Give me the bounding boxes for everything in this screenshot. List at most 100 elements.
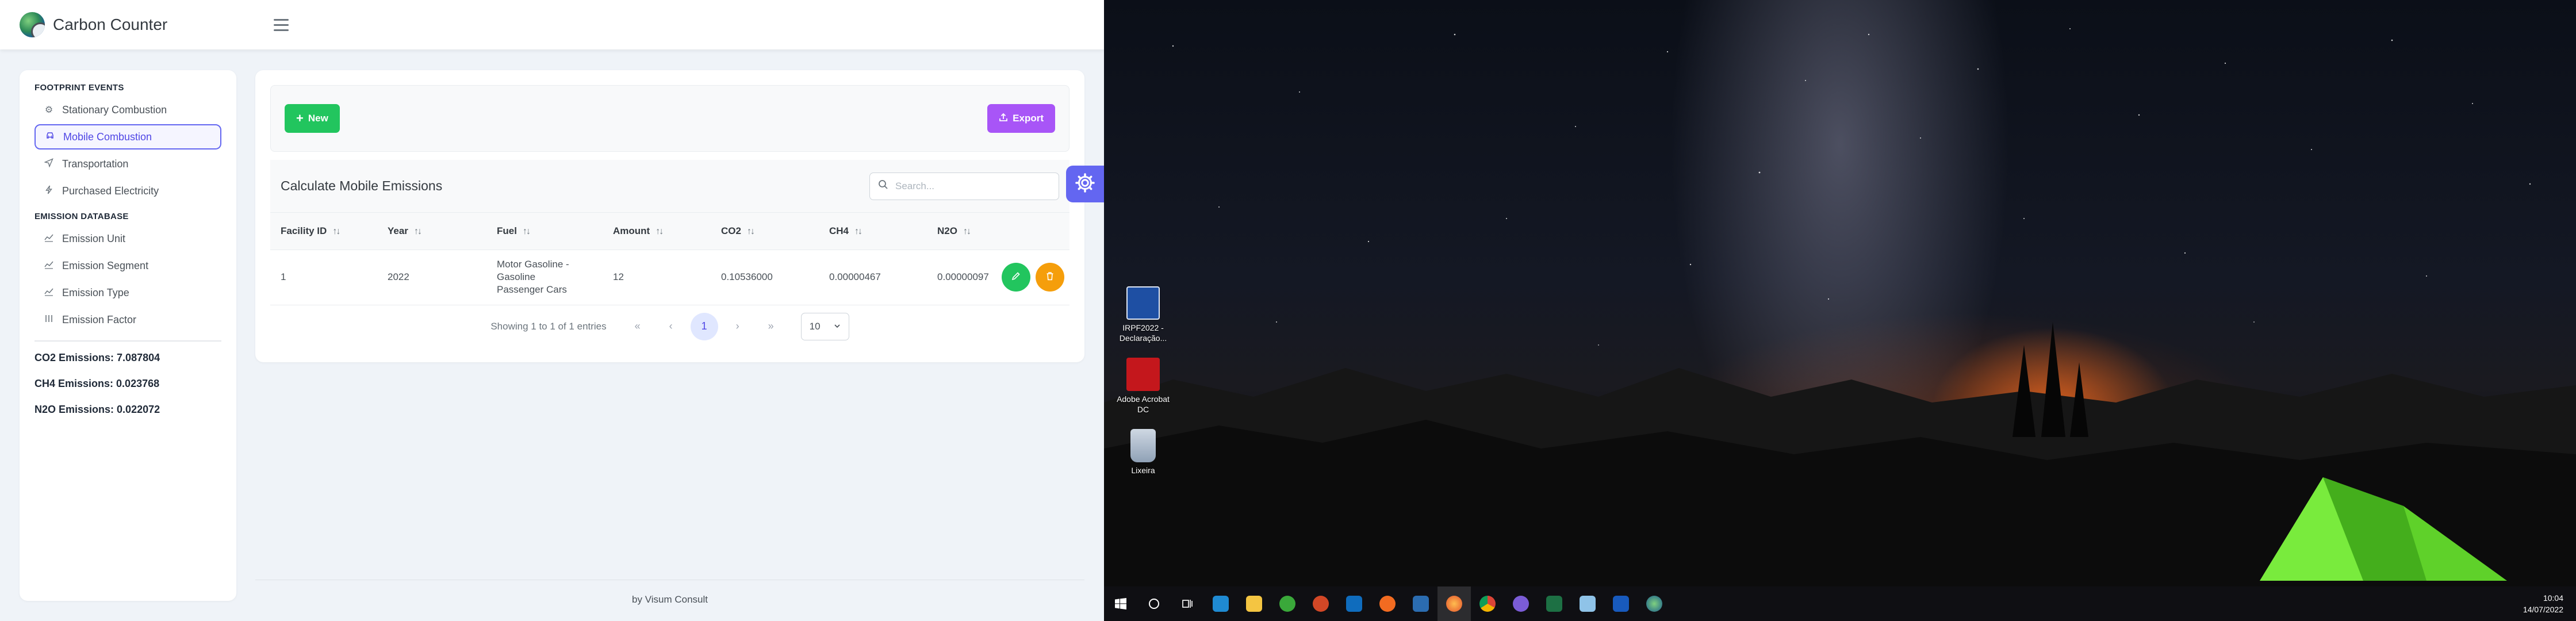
delete-button[interactable] xyxy=(1035,263,1064,292)
column-header-co2[interactable]: CO2 ↑↓ xyxy=(711,213,819,250)
taskbar: 10:04 14/07/2022 xyxy=(1104,586,2576,621)
sort-icon: ↑↓ xyxy=(413,226,422,236)
export-button[interactable]: Export xyxy=(987,104,1055,133)
column-header-facility-id[interactable]: Facility ID ↑↓ xyxy=(270,213,377,250)
column-header-fuel[interactable]: Fuel ↑↓ xyxy=(486,213,603,250)
starry-sky-background xyxy=(1104,28,2576,621)
excel-icon xyxy=(1546,596,1562,612)
page-button-current[interactable]: 1 xyxy=(690,312,718,340)
rows-per-page-select[interactable]: 10 xyxy=(800,312,849,340)
sidebar-item-label: Mobile Combustion xyxy=(63,131,152,143)
sort-icon: ↑↓ xyxy=(656,226,664,236)
taskbar-app-powerpoint[interactable] xyxy=(1304,586,1337,621)
clock-date: 14/07/2022 xyxy=(2523,605,2563,614)
taskbar-app-excel[interactable] xyxy=(1538,586,1571,621)
ch4-emissions-total: CH4 Emissions: 0.023768 xyxy=(34,378,160,389)
sidebar-item-label: Purchased Electricity xyxy=(62,185,159,197)
edit-button[interactable] xyxy=(1002,263,1030,292)
send-icon xyxy=(44,158,54,170)
sidebar-item-label: Emission Segment xyxy=(62,259,149,271)
powerpoint-icon xyxy=(1313,596,1329,612)
column-header-n2o[interactable]: N2O ↑↓ xyxy=(927,213,989,250)
file-explorer-icon xyxy=(1246,596,1262,612)
task-view-button[interactable] xyxy=(1171,586,1204,621)
table-header: Calculate Mobile Emissions xyxy=(270,160,1070,213)
system-clock[interactable]: 10:04 14/07/2022 xyxy=(2523,592,2563,615)
config-gear-button[interactable] xyxy=(1066,166,1104,202)
sort-icon: ↑↓ xyxy=(332,226,340,236)
footer-text: by Visum Consult xyxy=(632,594,708,605)
car-icon xyxy=(45,131,55,143)
brand[interactable]: Carbon Counter xyxy=(20,12,255,37)
sidebar-item-emission-factor[interactable]: Emission Factor xyxy=(34,307,221,332)
table-row: 1 2022 Motor Gasoline - Gasoline Passeng… xyxy=(270,250,1070,305)
sidebar-item-emission-unit[interactable]: Emission Unit xyxy=(34,226,221,251)
section-title-emission-database: EMISSION DATABASE xyxy=(34,212,129,221)
first-page-icon[interactable]: « xyxy=(624,313,651,340)
gear-icon xyxy=(1075,172,1095,196)
sidebar-item-label: Transportation xyxy=(62,158,129,170)
desktop-icon-label: Adobe Acrobat DC xyxy=(1117,394,1170,414)
app-purple-icon xyxy=(1513,596,1529,612)
emissions-table: Facility ID ↑↓ Year ↑↓ Fuel ↑↓ Amount ↑↓ CO2… xyxy=(270,213,1070,305)
sidebar-item-mobile-combustion[interactable]: Mobile Combustion xyxy=(34,124,221,150)
taskbar-app-chrome[interactable] xyxy=(1471,586,1504,621)
last-page-icon[interactable]: » xyxy=(757,313,785,340)
sidebar-item-label: Emission Factor xyxy=(62,313,137,325)
upload-icon xyxy=(999,113,1008,125)
next-page-icon[interactable]: › xyxy=(724,313,752,340)
prev-page-icon[interactable]: ‹ xyxy=(657,313,685,340)
cell-co2: 0.10536000 xyxy=(711,250,819,305)
cell-fuel: Motor Gasoline - Gasoline Passenger Cars xyxy=(486,250,603,305)
export-button-label: Export xyxy=(1013,113,1044,124)
column-header-year[interactable]: Year ↑↓ xyxy=(377,213,486,250)
footer: by Visum Consult xyxy=(255,580,1084,605)
search-button[interactable] xyxy=(1137,586,1171,621)
sidebar-item-transportation[interactable]: Transportation xyxy=(34,151,221,177)
search-input[interactable] xyxy=(895,180,1045,192)
word-icon xyxy=(1613,596,1629,612)
desktop-icon-acrobat[interactable]: Adobe Acrobat DC xyxy=(1116,358,1171,415)
taskbar-app-file-explorer[interactable] xyxy=(1237,586,1271,621)
sidebar-item-emission-segment[interactable]: Emission Segment xyxy=(34,253,221,278)
new-button[interactable]: + New xyxy=(285,104,340,133)
taskbar-app-carbon-counter[interactable] xyxy=(1638,586,1671,621)
main-card: + New Export Calculate Mobile Emissions xyxy=(255,70,1084,362)
cell-n2o: 0.00000097 xyxy=(927,250,989,305)
acrobat-icon xyxy=(1126,358,1160,391)
column-header-amount[interactable]: Amount ↑↓ xyxy=(603,213,711,250)
taskbar-app-notepad[interactable] xyxy=(1571,586,1604,621)
sort-icon: ↑↓ xyxy=(746,226,755,236)
start-button[interactable] xyxy=(1104,586,1137,621)
sidebar-item-label: Emission Type xyxy=(62,286,129,298)
sidebar-divider xyxy=(34,340,221,342)
desktop-icon-label: IRPF2022 - Declaração... xyxy=(1119,323,1167,343)
taskbar-app-vscode[interactable] xyxy=(1204,586,1237,621)
sidebar-item-emission-type[interactable]: Emission Type xyxy=(34,280,221,305)
menu-toggle-icon[interactable] xyxy=(274,13,297,36)
cortana-icon xyxy=(1149,599,1159,609)
sidebar-item-purchased-electricity[interactable]: Purchased Electricity xyxy=(34,178,221,204)
taskbar-app-outlook[interactable] xyxy=(1337,586,1371,621)
notepad-icon xyxy=(1580,596,1596,612)
taskbar-app-purple[interactable] xyxy=(1504,586,1538,621)
cell-amount: 12 xyxy=(603,250,711,305)
sidebar-item-stationary-combustion[interactable]: ⚙ Stationary Combustion xyxy=(34,97,221,122)
desktop-icon-lixeira[interactable]: Lixeira xyxy=(1116,429,1171,476)
taskbar-app-green[interactable] xyxy=(1271,586,1304,621)
task-view-icon xyxy=(1182,600,1193,608)
desktop-icon-irpf[interactable]: IRPF2022 - Declaração... xyxy=(1116,286,1171,343)
column-header-ch4[interactable]: CH4 ↑↓ xyxy=(819,213,927,250)
section-title-footprint-events: FOOTPRINT EVENTS xyxy=(34,83,124,93)
cell-ch4: 0.00000467 xyxy=(819,250,927,305)
pencil-icon xyxy=(1011,271,1021,284)
windows-desktop: IRPF2022 - Declaração... Adobe Acrobat D… xyxy=(1104,0,2576,621)
sidebar-item-label: Stationary Combustion xyxy=(62,103,167,116)
taskbar-app-orange[interactable] xyxy=(1371,586,1404,621)
taskbar-app-firefox[interactable] xyxy=(1438,586,1471,621)
chrome-icon xyxy=(1479,596,1496,612)
search-box[interactable] xyxy=(869,172,1059,200)
clock-time: 10:04 xyxy=(2543,593,2563,603)
taskbar-app-word[interactable] xyxy=(1604,586,1638,621)
taskbar-app-blue[interactable] xyxy=(1404,586,1438,621)
